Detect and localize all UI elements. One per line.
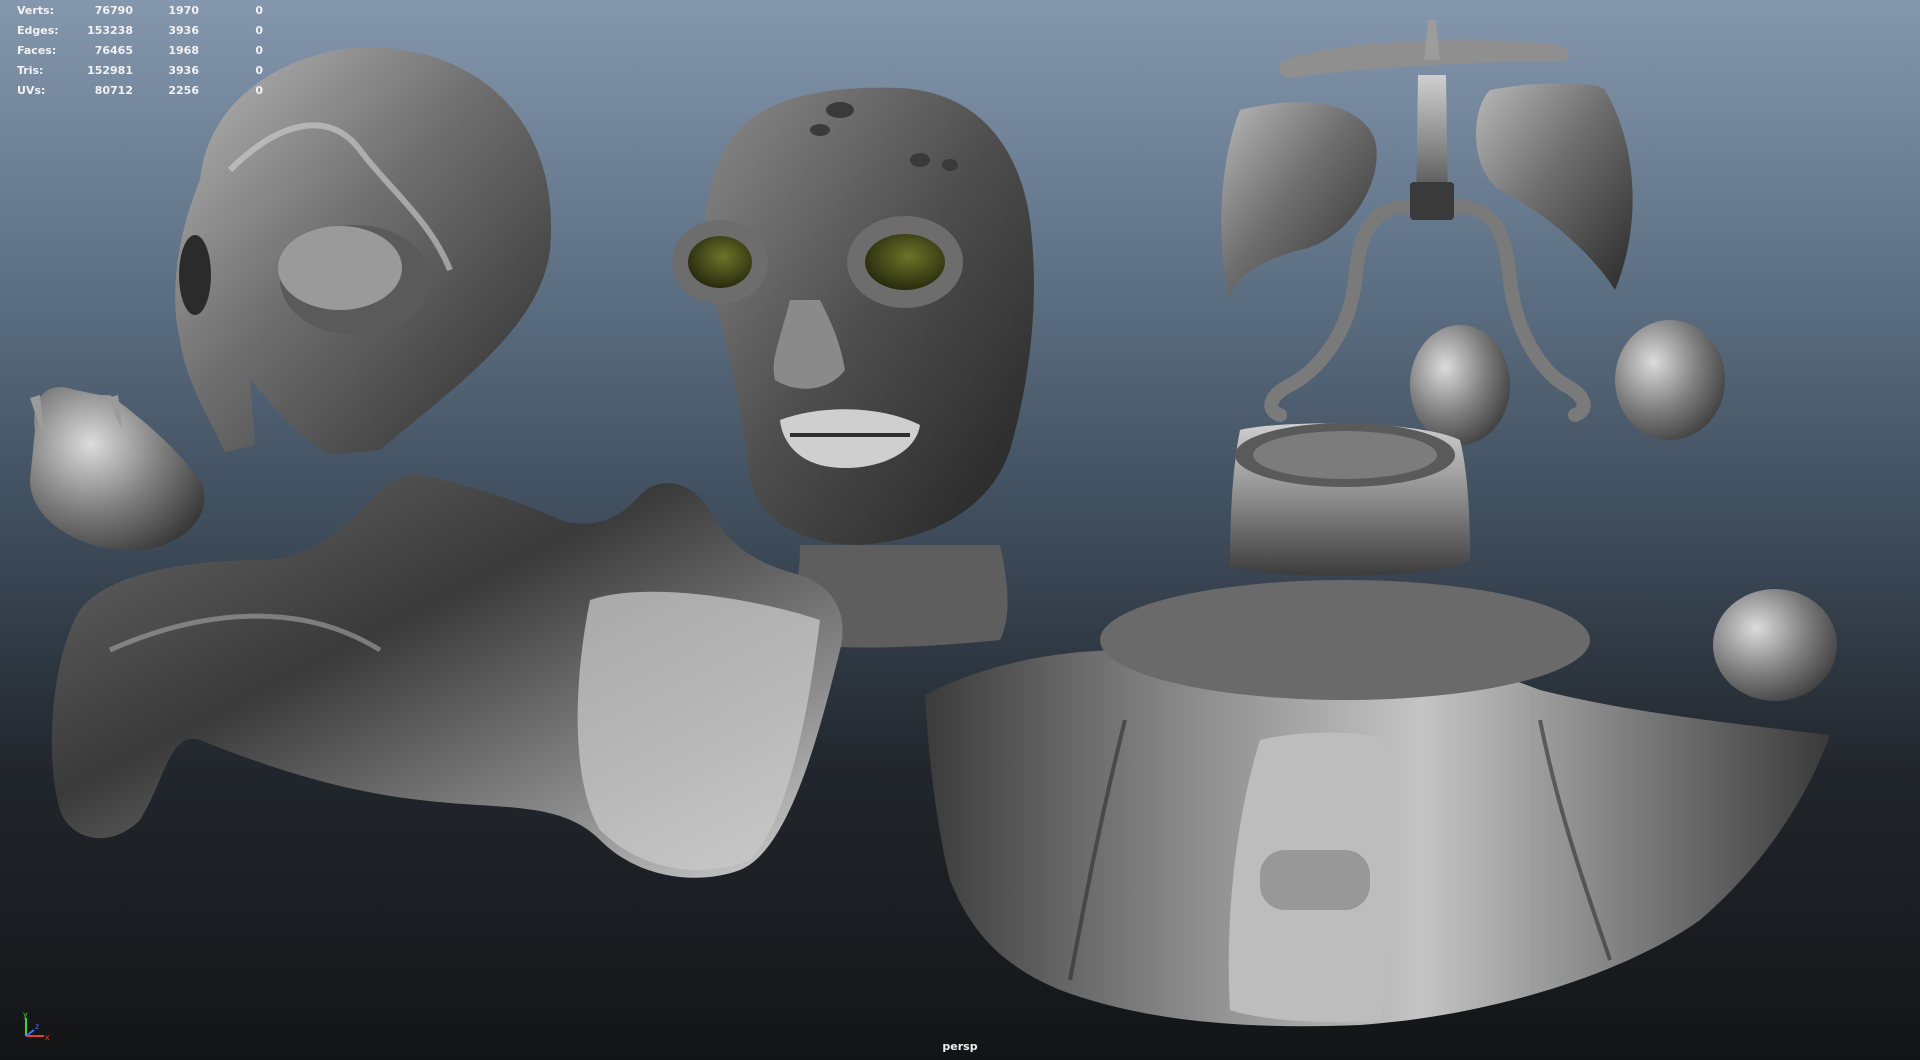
hud-component: 0 [255, 63, 263, 77]
hud-total: 153238 [87, 23, 133, 37]
hud-selected: 1970 [168, 3, 199, 17]
poly-count-hud: Verts: 76790 1970 0 Edges: 153238 3936 0… [17, 0, 263, 100]
hud-component: 0 [255, 3, 263, 17]
hud-row-edges: Edges: 153238 3936 0 [17, 20, 263, 40]
hud-row-tris: Tris: 152981 3936 0 [17, 60, 263, 80]
camera-name-label: persp [942, 1040, 978, 1053]
left-ear-disc-mesh[interactable] [1410, 325, 1510, 445]
model-scene[interactable] [0, 0, 1920, 1060]
hud-component: 0 [255, 83, 263, 97]
hud-total: 152981 [87, 63, 133, 77]
hud-label: Verts: [17, 3, 55, 17]
robe-base-mesh[interactable] [925, 650, 1830, 1027]
hud-row-faces: Faces: 76465 1968 0 [17, 40, 263, 60]
hud-total: 80712 [94, 83, 133, 97]
hud-label: UVs: [17, 83, 46, 97]
axis-gizmo-icon: x y z [23, 1010, 50, 1042]
hud-selected: 3936 [168, 23, 199, 37]
hud-label: Faces: [17, 43, 57, 57]
horned-cap-mesh[interactable] [30, 386, 205, 551]
hud-total: 76465 [94, 43, 133, 57]
hud-row-uvs: UVs: 80712 2256 0 [17, 80, 263, 100]
collar-ring-mesh[interactable] [1100, 423, 1590, 700]
hud-selected: 2256 [168, 83, 199, 97]
persp-viewport[interactable]: Verts: 76790 1970 0 Edges: 153238 3936 0… [0, 0, 1920, 1060]
hud-label: Tris: [17, 63, 44, 77]
hud-selected: 1968 [168, 43, 199, 57]
hud-component: 0 [255, 43, 263, 57]
sphere-mesh[interactable] [1713, 589, 1837, 701]
hud-selected: 3936 [168, 63, 199, 77]
left-eye [688, 236, 752, 288]
hud-total: 76790 [94, 3, 133, 17]
hud-row-verts: Verts: 76790 1970 0 [17, 0, 263, 20]
hud-label: Edges: [17, 23, 59, 37]
right-eye [865, 234, 945, 290]
z-axis-label: z [35, 1022, 39, 1031]
helmet-shell-mesh[interactable] [175, 47, 552, 455]
y-axis-label: y [23, 1010, 28, 1019]
right-shield-plate-mesh[interactable] [1476, 83, 1633, 290]
right-ear-disc-mesh[interactable] [1615, 320, 1725, 440]
hud-component: 0 [255, 23, 263, 37]
